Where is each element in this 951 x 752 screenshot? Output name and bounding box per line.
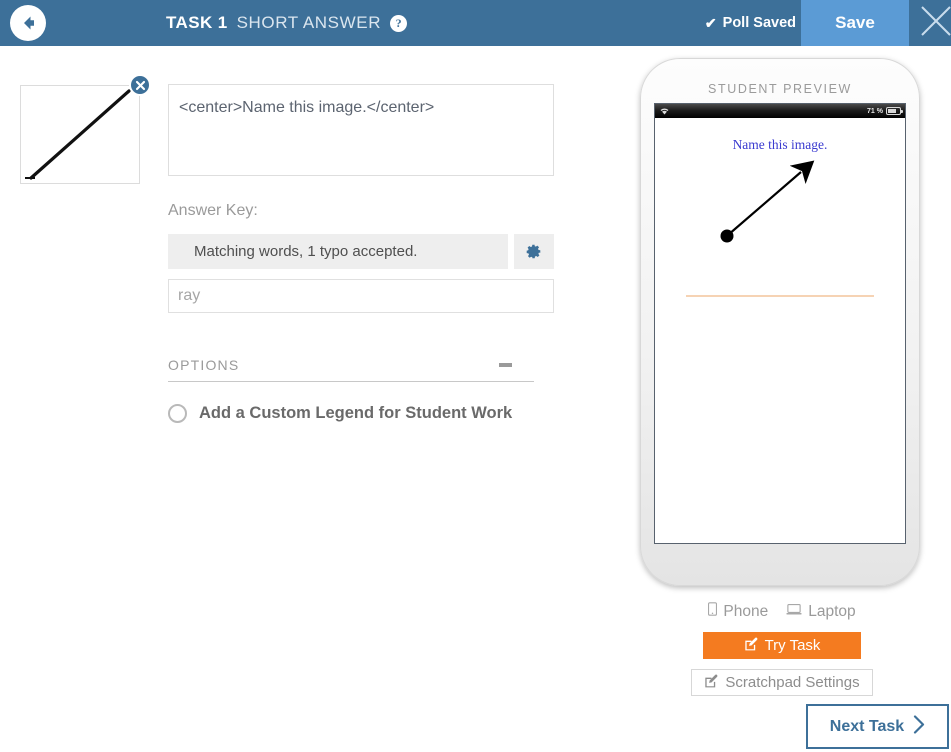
custom-legend-label: Add a Custom Legend for Student Work	[199, 404, 513, 422]
pencil-square-icon	[744, 637, 758, 655]
preview-answer-line	[686, 295, 874, 297]
try-task-button[interactable]: Try Task	[703, 632, 861, 659]
options-section-header[interactable]: OPTIONS	[168, 357, 534, 382]
device-option-laptop-label: Laptop	[808, 602, 856, 620]
ray-thumbnail-icon	[25, 89, 131, 180]
scratchpad-settings-button[interactable]: Scratchpad Settings	[691, 669, 873, 696]
next-task-button[interactable]: Next Task	[806, 704, 949, 749]
image-thumbnail-wrapper	[20, 74, 151, 184]
check-icon: ✔	[704, 14, 717, 31]
preview-ray-figure	[655, 153, 905, 283]
scratchpad-settings-label: Scratchpad Settings	[725, 674, 860, 691]
answer-key-input[interactable]	[168, 279, 554, 313]
chevron-right-icon	[913, 714, 925, 739]
app-header: TASK 1 SHORT ANSWER ? ✔ Poll Saved Save	[0, 0, 951, 46]
device-option-phone[interactable]: Phone	[708, 602, 768, 621]
device-toggle-group: Phone Laptop	[632, 602, 932, 621]
next-task-label: Next Task	[829, 717, 905, 735]
minus-icon[interactable]	[499, 363, 512, 367]
prompt-textarea[interactable]: <center>Name this image.</center>	[168, 84, 554, 176]
custom-legend-option[interactable]: Add a Custom Legend for Student Work	[168, 404, 554, 423]
close-icon	[135, 80, 145, 90]
device-option-phone-label: Phone	[723, 602, 769, 620]
answer-key-rule-row: Matching words, 1 typo accepted.	[168, 234, 554, 269]
gear-icon	[526, 244, 541, 259]
help-icon[interactable]: ?	[390, 14, 408, 32]
phone-statusbar: 71 %	[655, 104, 905, 118]
close-icon	[919, 4, 951, 43]
task-number: TASK 1	[166, 13, 228, 32]
battery-icon	[886, 107, 903, 115]
task-type: SHORT ANSWER	[236, 13, 382, 32]
wifi-icon	[659, 104, 670, 120]
phone-screen: 71 % Name this image.	[654, 103, 906, 544]
answer-key-settings-button[interactable]	[513, 234, 554, 269]
matching-rule-display[interactable]: Matching words, 1 typo accepted.	[168, 234, 508, 269]
image-thumbnail[interactable]	[20, 85, 140, 184]
ray-icon	[720, 160, 815, 243]
battery-status: 71 %	[867, 107, 903, 115]
back-arrow-icon	[17, 12, 39, 34]
options-title: OPTIONS	[168, 357, 240, 373]
poll-saved-label: Poll Saved	[722, 15, 796, 31]
save-button[interactable]: Save	[801, 0, 909, 46]
phone-mockup: STUDENT PREVIEW 71 % Name this image.	[640, 58, 920, 586]
close-button[interactable]	[909, 0, 951, 46]
delete-image-button[interactable]	[129, 74, 151, 96]
preview-question-text: Name this image.	[732, 137, 828, 152]
phone-icon	[708, 602, 718, 621]
pencil-square-icon	[704, 674, 718, 692]
custom-legend-radio[interactable]	[168, 404, 187, 423]
answer-key-label: Answer Key:	[168, 202, 258, 219]
student-preview-panel: STUDENT PREVIEW 71 % Name this image. Ph…	[632, 58, 932, 696]
device-option-laptop[interactable]: Laptop	[786, 602, 856, 621]
header-title-group: TASK 1 SHORT ANSWER ?	[166, 0, 408, 46]
battery-percent-label: 71 %	[867, 107, 883, 115]
poll-saved-status: ✔ Poll Saved	[705, 0, 796, 46]
laptop-icon	[786, 603, 802, 621]
preview-caption: STUDENT PREVIEW	[708, 82, 852, 96]
back-button[interactable]	[10, 5, 46, 41]
task-editor-panel: <center>Name this image.</center> Answer…	[168, 84, 554, 423]
try-task-label: Try Task	[764, 637, 821, 654]
